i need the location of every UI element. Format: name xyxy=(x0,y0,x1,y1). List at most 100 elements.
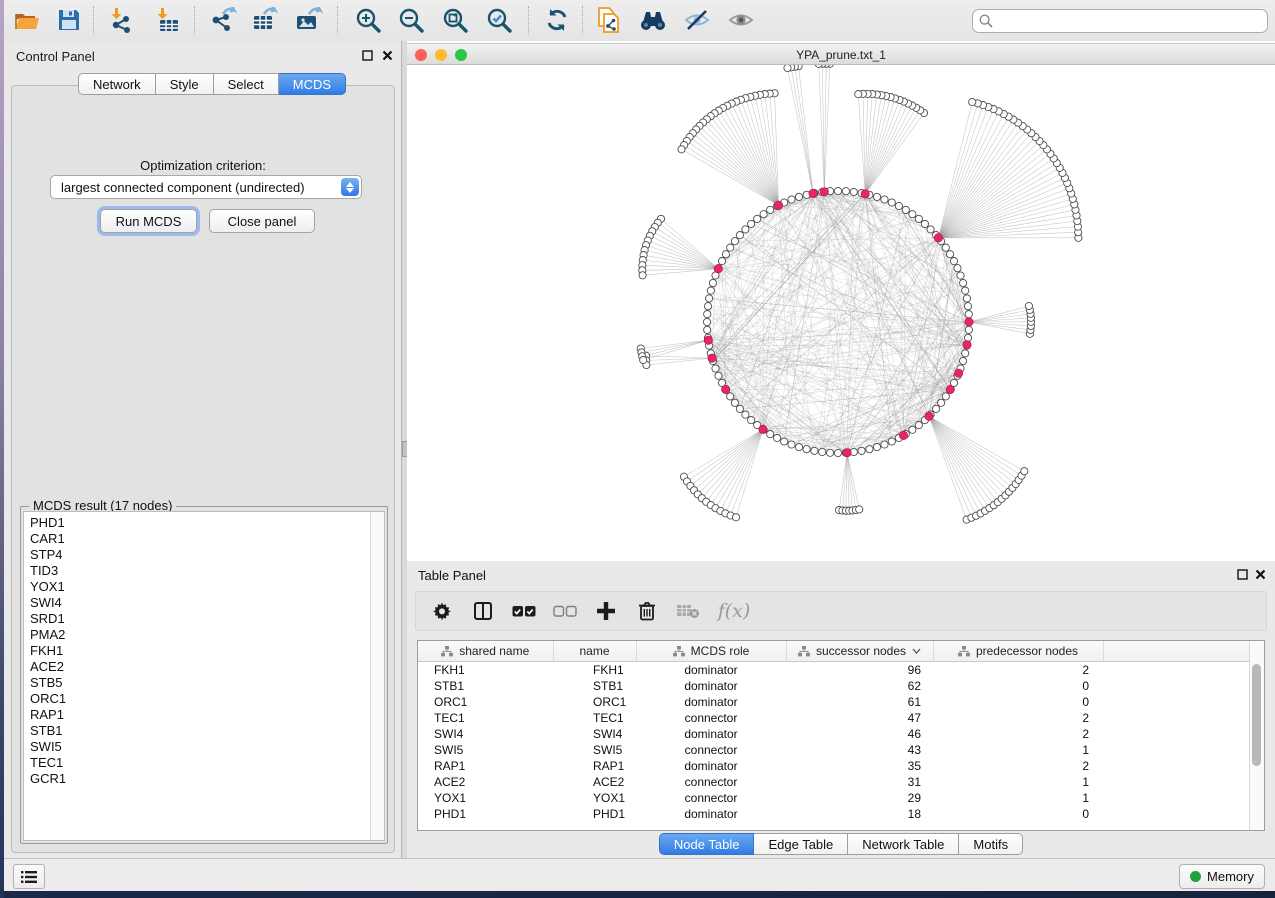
table-cell[interactable]: 0 xyxy=(933,694,1103,710)
table-cell[interactable]: 0 xyxy=(933,678,1103,694)
table-cell[interactable]: 2 xyxy=(933,758,1103,774)
result-list-scrollbar[interactable] xyxy=(370,512,384,840)
result-node-item[interactable]: TID3 xyxy=(30,563,384,579)
table-cell[interactable]: 29 xyxy=(786,790,933,806)
col-mcds-role[interactable]: MCDS role xyxy=(636,641,786,662)
close-table-panel-icon[interactable] xyxy=(1253,567,1267,581)
task-history-button[interactable] xyxy=(13,864,45,889)
result-node-item[interactable]: GCR1 xyxy=(30,771,384,787)
result-node-item[interactable]: ORC1 xyxy=(30,691,384,707)
table-cell[interactable]: SWI5 xyxy=(418,742,553,758)
table-cell[interactable]: RAP1 xyxy=(553,758,636,774)
tab-mcds[interactable]: MCDS xyxy=(279,73,346,95)
table-row[interactable]: YOX1YOX1connector291 xyxy=(418,790,1250,806)
zoom-in-icon[interactable] xyxy=(351,4,385,36)
close-panel-button[interactable]: Close panel xyxy=(209,209,315,233)
table-cell[interactable]: 61 xyxy=(786,694,933,710)
table-cell[interactable]: 46 xyxy=(786,726,933,742)
table-cell[interactable]: dominator xyxy=(636,726,786,742)
sort-chevron-icon[interactable] xyxy=(912,648,921,654)
result-node-item[interactable]: STB5 xyxy=(30,675,384,691)
export-image-icon[interactable] xyxy=(292,4,326,36)
col-name[interactable]: name xyxy=(553,641,636,662)
table-cell[interactable]: 2 xyxy=(933,662,1103,679)
table-cell[interactable]: 0 xyxy=(933,806,1103,822)
table-cell[interactable]: SWI5 xyxy=(553,742,636,758)
table-cell[interactable]: RAP1 xyxy=(418,758,553,774)
function-builder-icon[interactable]: f(x) xyxy=(717,599,751,623)
result-node-item[interactable]: STB1 xyxy=(30,723,384,739)
clone-network-icon[interactable] xyxy=(592,4,626,36)
result-node-item[interactable]: RAP1 xyxy=(30,707,384,723)
search-field[interactable] xyxy=(972,9,1268,33)
deselect-all-checkbox-icon[interactable] xyxy=(553,599,577,623)
add-column-icon[interactable] xyxy=(594,599,618,623)
table-cell[interactable]: SWI4 xyxy=(418,726,553,742)
table-cell[interactable]: 1 xyxy=(933,790,1103,806)
table-row[interactable]: FKH1FKH1dominator962 xyxy=(418,662,1250,679)
result-node-item[interactable]: SRD1 xyxy=(30,611,384,627)
table-row[interactable]: ACE2ACE2connector311 xyxy=(418,774,1250,790)
result-node-item[interactable]: TEC1 xyxy=(30,755,384,771)
memory-button[interactable]: Memory xyxy=(1179,864,1265,889)
table-cell[interactable]: 62 xyxy=(786,678,933,694)
table-row[interactable]: ORC1ORC1dominator610 xyxy=(418,694,1250,710)
table-cell[interactable]: SWI4 xyxy=(553,726,636,742)
table-cell[interactable]: PHD1 xyxy=(553,806,636,822)
table-row[interactable]: TEC1TEC1connector472 xyxy=(418,710,1250,726)
table-cell[interactable]: 1 xyxy=(933,742,1103,758)
result-node-item[interactable]: PMA2 xyxy=(30,627,384,643)
table-cell[interactable]: dominator xyxy=(636,806,786,822)
table-cell[interactable]: STB1 xyxy=(553,678,636,694)
table-cell[interactable]: 47 xyxy=(786,710,933,726)
table-cell[interactable]: 31 xyxy=(786,774,933,790)
network-graph[interactable] xyxy=(407,65,1275,561)
table-cell[interactable]: connector xyxy=(636,790,786,806)
table-settings-icon[interactable] xyxy=(430,599,454,623)
export-network-icon[interactable] xyxy=(206,4,240,36)
col-predecessor-nodes[interactable]: predecessor nodes xyxy=(933,641,1103,662)
save-session-icon[interactable] xyxy=(52,4,86,36)
mcds-result-list[interactable]: PHD1CAR1STP4TID3YOX1SWI4SRD1PMA2FKH1ACE2… xyxy=(23,511,385,841)
export-table-icon[interactable] xyxy=(248,4,282,36)
table-row[interactable]: SWI4SWI4dominator462 xyxy=(418,726,1250,742)
table-cell[interactable]: ORC1 xyxy=(553,694,636,710)
table-cell[interactable]: connector xyxy=(636,774,786,790)
table-cell[interactable]: YOX1 xyxy=(553,790,636,806)
float-panel-icon[interactable] xyxy=(360,48,374,62)
tab-network[interactable]: Network xyxy=(78,73,156,95)
import-table-icon[interactable] xyxy=(150,4,184,36)
table-cell[interactable]: dominator xyxy=(636,678,786,694)
zoom-selected-icon[interactable] xyxy=(482,4,516,36)
tab-edge-table[interactable]: Edge Table xyxy=(754,833,848,855)
table-cell[interactable]: ORC1 xyxy=(418,694,553,710)
result-node-item[interactable]: FKH1 xyxy=(30,643,384,659)
table-cell[interactable]: PHD1 xyxy=(418,806,553,822)
table-cell[interactable]: 35 xyxy=(786,758,933,774)
table-cell[interactable]: 43 xyxy=(786,742,933,758)
run-mcds-button[interactable]: Run MCDS xyxy=(100,209,197,233)
table-cell[interactable]: 2 xyxy=(933,726,1103,742)
table-row[interactable]: STB1STB1dominator620 xyxy=(418,678,1250,694)
table-row[interactable]: PHD1PHD1dominator180 xyxy=(418,806,1250,822)
table-cell[interactable]: 96 xyxy=(786,662,933,679)
table-cell[interactable]: dominator xyxy=(636,758,786,774)
show-all-icon[interactable] xyxy=(724,4,758,36)
delete-table-icon[interactable] xyxy=(676,599,700,623)
close-panel-icon[interactable] xyxy=(380,48,394,62)
table-cell[interactable]: TEC1 xyxy=(418,710,553,726)
open-file-icon[interactable] xyxy=(10,4,44,36)
table-row[interactable]: RAP1RAP1dominator352 xyxy=(418,758,1250,774)
tab-node-table[interactable]: Node Table xyxy=(659,833,755,855)
table-cell[interactable]: YOX1 xyxy=(418,790,553,806)
table-cell[interactable]: TEC1 xyxy=(553,710,636,726)
refresh-view-icon[interactable] xyxy=(540,4,574,36)
table-cell[interactable]: dominator xyxy=(636,662,786,679)
delete-column-icon[interactable] xyxy=(635,599,659,623)
hide-selected-icon[interactable] xyxy=(680,4,714,36)
zoom-fit-icon[interactable] xyxy=(438,4,472,36)
tab-style[interactable]: Style xyxy=(156,73,214,95)
zoom-out-icon[interactable] xyxy=(394,4,428,36)
table-row[interactable]: SWI5SWI5connector431 xyxy=(418,742,1250,758)
column-layout-icon[interactable] xyxy=(471,599,495,623)
